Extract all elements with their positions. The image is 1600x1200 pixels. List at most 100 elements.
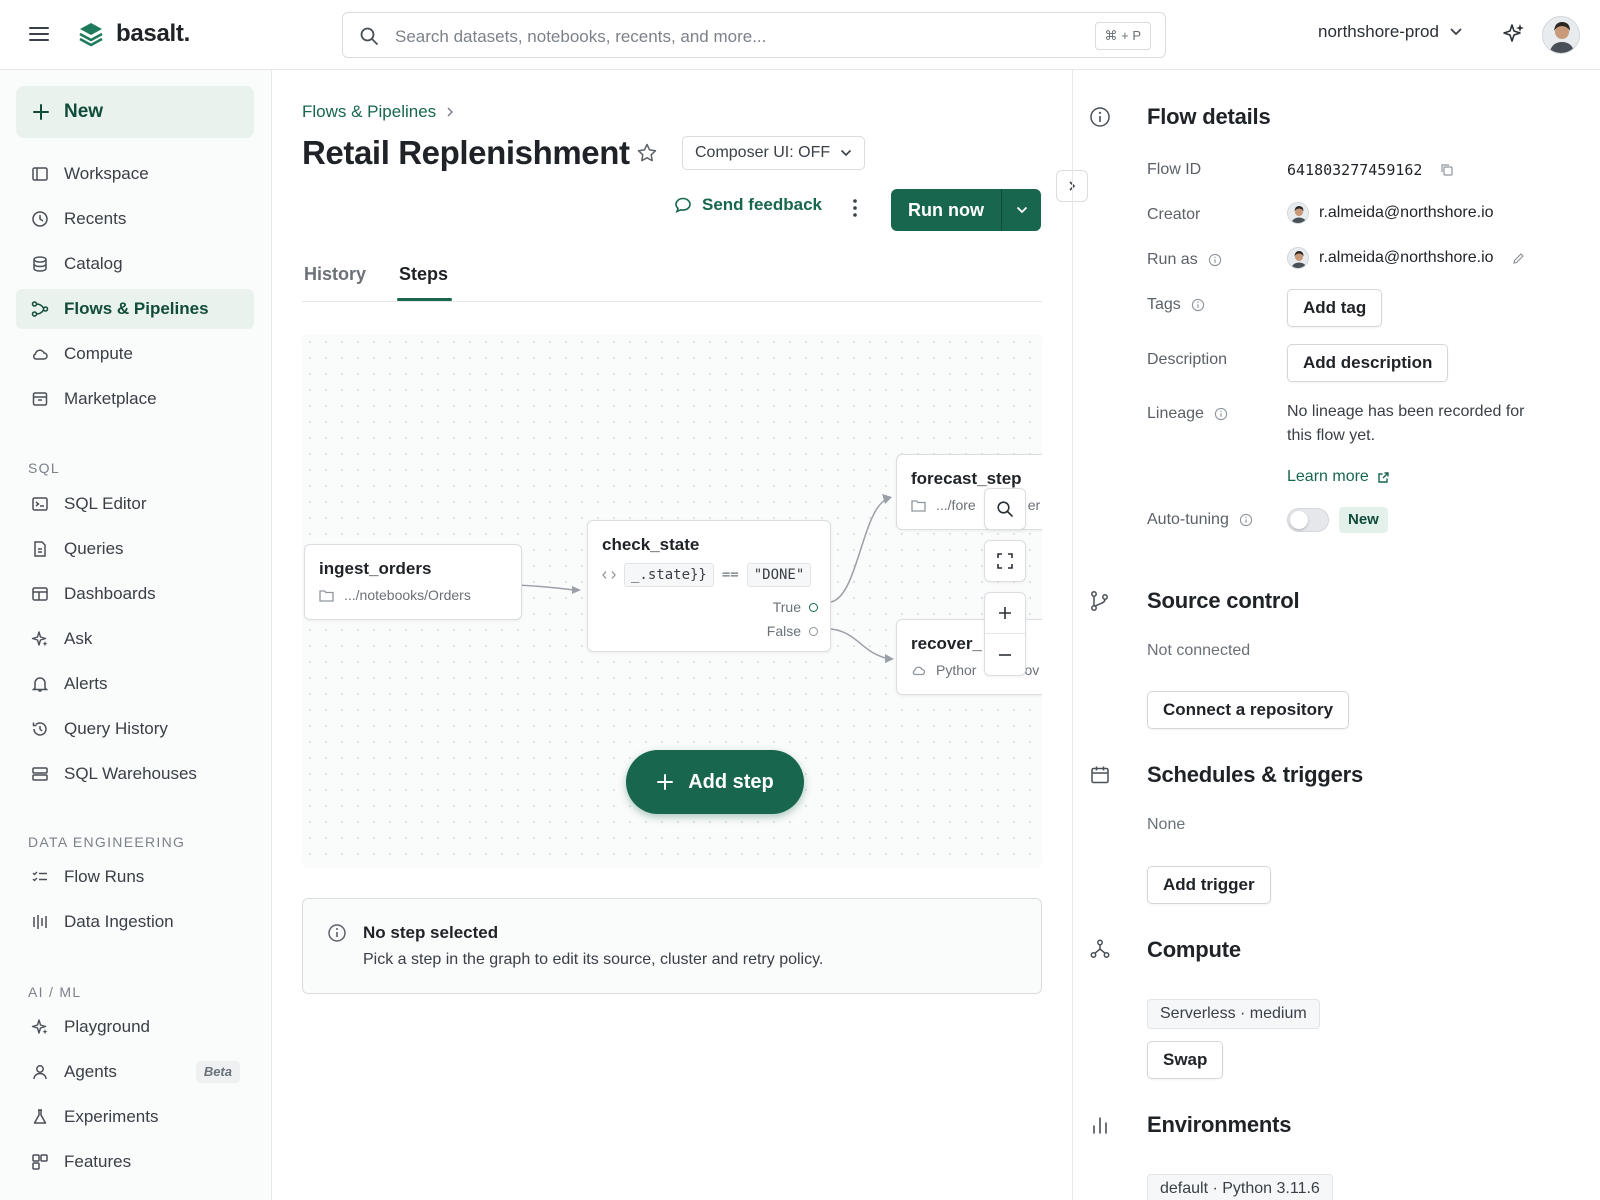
sidebar-item-flows-pipelines[interactable]: Flows & Pipelines [16, 289, 254, 329]
add-tag-button[interactable]: Add tag [1287, 289, 1383, 327]
zoom-out-button[interactable] [985, 634, 1025, 675]
brand-logo[interactable]: basalt. [78, 20, 190, 48]
flow-details-heading: Flow details [1147, 104, 1271, 129]
folder-icon [911, 499, 926, 512]
list-check-icon [30, 867, 50, 887]
sidebar-item-label: Query History [64, 719, 168, 738]
global-search[interactable]: Search datasets, notebooks, recents, and… [342, 12, 1166, 58]
search-input[interactable]: Search datasets, notebooks, recents, and… [395, 27, 766, 47]
cloud-icon [30, 344, 50, 364]
sidebar-item-marketplace[interactable]: Marketplace [16, 379, 254, 419]
flow-graph-canvas[interactable]: ingest_orders .../notebooks/Orders check… [302, 334, 1042, 868]
copy-icon[interactable] [1440, 163, 1454, 177]
user-avatar[interactable] [1542, 16, 1580, 54]
schedules-heading: Schedules & triggers [1147, 762, 1364, 787]
info-icon[interactable] [1208, 253, 1222, 267]
lineage-text-line2: this flow yet. [1287, 427, 1376, 444]
chevron-right-icon [446, 106, 454, 118]
step-node-check-state[interactable]: check_state _.state}} == "DONE" True Fal… [587, 520, 831, 652]
add-description-button[interactable]: Add description [1287, 344, 1449, 382]
creator-avatar [1287, 202, 1309, 224]
sidebar-item-dashboards[interactable]: Dashboards [16, 574, 254, 614]
composer-toggle-button[interactable]: Composer UI: OFF [682, 136, 866, 170]
search-icon [359, 26, 379, 46]
sidebar-item-agents[interactable]: Agents Beta [16, 1052, 254, 1092]
connect-repository-button[interactable]: Connect a repository [1147, 691, 1350, 729]
sidebar-item-label: Flow Runs [64, 867, 145, 886]
code-icon [602, 570, 616, 580]
sidebar-item-label: Workspace [64, 164, 149, 183]
sidebar-item-flow-runs[interactable]: Flow Runs [16, 857, 254, 897]
workspace-selector[interactable]: northshore-prod [1318, 22, 1463, 42]
sidebar-item-query-history[interactable]: Query History [16, 709, 254, 749]
sidebar-item-label: Catalog [64, 254, 123, 273]
sidebar-item-sql-warehouses[interactable]: SQL Warehouses [16, 754, 254, 794]
learn-more-link[interactable]: Learn more [1287, 468, 1390, 486]
run-options-chevron-icon[interactable] [1002, 189, 1041, 231]
send-feedback-button[interactable]: Send feedback [674, 195, 822, 215]
main-content: Flows & Pipelines Retail Replenishment C… [272, 70, 1072, 1200]
sidebar-item-experiments[interactable]: Experiments [16, 1097, 254, 1137]
more-options-icon[interactable] [852, 197, 858, 219]
compute-value: Serverless · medium [1147, 999, 1320, 1029]
flow-icon [30, 299, 50, 319]
search-icon [996, 500, 1014, 518]
sidebar-item-sql-editor[interactable]: SQL Editor [16, 484, 254, 524]
top-bar: basalt. Search datasets, notebooks, rece… [0, 0, 1600, 70]
edit-pencil-icon[interactable] [1512, 252, 1525, 265]
branch-false-port[interactable] [809, 626, 818, 636]
info-icon [1089, 106, 1111, 128]
info-icon[interactable] [1191, 298, 1205, 312]
sidebar-item-playground[interactable]: Playground [16, 1007, 254, 1047]
sidebar-item-label: Experiments [64, 1107, 159, 1126]
sidebar-section-data-engineering: DATA ENGINEERING [28, 834, 186, 850]
branch-true: True [773, 599, 818, 615]
minus-icon [998, 648, 1012, 662]
star-icon[interactable] [636, 142, 658, 164]
fit-view-button[interactable] [984, 540, 1026, 582]
new-button[interactable]: New [16, 86, 254, 138]
workspace-icon [30, 164, 50, 184]
step-node-ingest-orders[interactable]: ingest_orders .../notebooks/Orders [304, 544, 522, 620]
sidebar-item-recents[interactable]: Recents [16, 199, 254, 239]
database-icon [30, 254, 50, 274]
add-step-button[interactable]: Add step [626, 750, 804, 814]
info-icon[interactable] [1214, 407, 1228, 421]
sidebar-item-ask[interactable]: Ask [16, 619, 254, 659]
sidebar-item-catalog[interactable]: Catalog [16, 244, 254, 284]
sidebar-item-alerts[interactable]: Alerts [16, 664, 254, 704]
bell-icon [30, 674, 50, 694]
menu-icon[interactable] [28, 24, 52, 46]
chevron-down-icon [1449, 27, 1463, 37]
branch-true-port[interactable] [809, 602, 818, 612]
assistant-sparkle-icon[interactable] [1502, 22, 1526, 46]
graph-search-button[interactable] [984, 488, 1026, 530]
auto-tuning-toggle[interactable] [1287, 508, 1329, 532]
sidebar-item-label: Flows & Pipelines [64, 299, 209, 318]
flow-details-panel: Flow details Flow ID 641803277459162 Cre… [1072, 70, 1600, 1200]
zoom-in-button[interactable] [985, 593, 1025, 634]
tab-steps[interactable]: Steps [399, 264, 448, 285]
lineage-text-line1: No lineage has been recorded for [1287, 403, 1525, 420]
tab-history[interactable]: History [304, 264, 366, 285]
sidebar-item-data-ingestion[interactable]: Data Ingestion [16, 902, 254, 942]
sidebar-item-workspace[interactable]: Workspace [16, 154, 254, 194]
sidebar-item-label: Compute [64, 344, 133, 363]
condition-expression: _.state}} == "DONE" [602, 563, 812, 587]
branch-false: False [767, 623, 818, 639]
breadcrumb-link[interactable]: Flows & Pipelines [302, 102, 436, 122]
sidebar-item-queries[interactable]: Queries [16, 529, 254, 569]
terminal-icon [30, 494, 50, 514]
sidebar-item-label: Marketplace [64, 389, 157, 408]
swap-compute-button[interactable]: Swap [1147, 1041, 1224, 1079]
sidebar-item-label: Queries [64, 539, 124, 558]
run-now-button[interactable]: Run now [891, 189, 1002, 231]
add-trigger-button[interactable]: Add trigger [1147, 866, 1271, 904]
new-button-label: New [64, 101, 104, 122]
info-icon[interactable] [1239, 513, 1253, 527]
sidebar-item-features[interactable]: Features [16, 1142, 254, 1182]
folder-icon [319, 589, 334, 602]
environments-heading: Environments [1147, 1112, 1292, 1137]
sidebar-item-compute[interactable]: Compute [16, 334, 254, 374]
condition-left-operand: _.state}} [624, 563, 714, 587]
